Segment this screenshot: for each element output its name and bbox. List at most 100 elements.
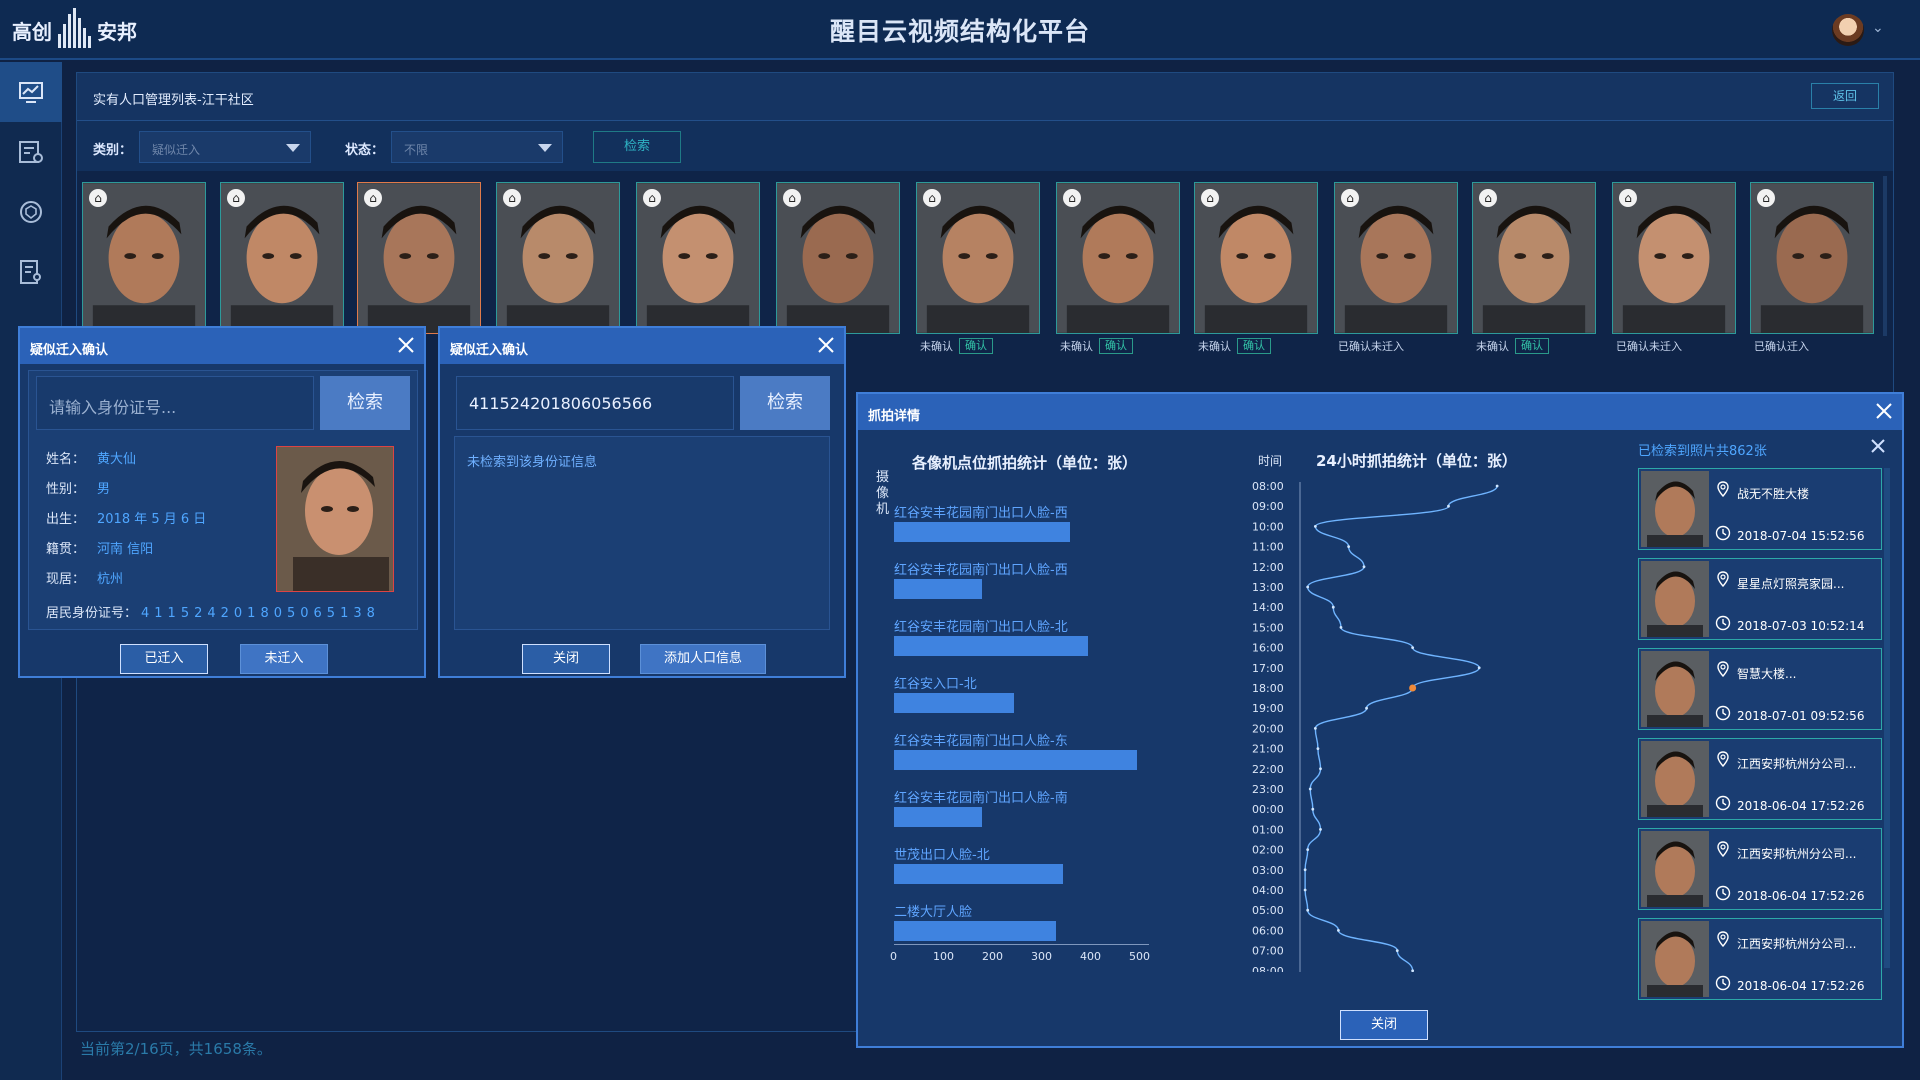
id-search-input[interactable]: 411524201806056566 — [456, 376, 734, 430]
bar — [894, 750, 1137, 770]
line-point — [1411, 646, 1415, 649]
face-card[interactable]: ⌂ — [1334, 182, 1458, 334]
confirm-dialog-2: 疑似迁入确认 411524201806056566 检索 未检索到该身份证信息 … — [438, 326, 846, 678]
type-label: 类别： — [93, 143, 133, 158]
face-card[interactable]: ⌂ — [1750, 182, 1874, 334]
bar — [894, 636, 1088, 656]
location-pin-icon — [1717, 571, 1729, 587]
face-status: 已确认未迁入 — [1338, 338, 1404, 354]
close-button[interactable]: 关闭 — [522, 644, 610, 674]
location-pin-icon — [1717, 481, 1729, 497]
not-moved-in-button[interactable]: 未迁入 — [240, 644, 328, 674]
face-status: 未确认 确认 — [920, 338, 993, 354]
filter-search-button[interactable]: 检索 — [593, 131, 681, 163]
line-point — [1311, 807, 1315, 811]
moved-in-button[interactable]: 已迁入 — [120, 644, 208, 674]
dropdown-triangle-icon — [286, 144, 300, 152]
bar — [894, 864, 1064, 884]
status-select[interactable]: 不限 — [391, 131, 563, 163]
charts-area: 各像机点位抓拍统计（单位：张） 摄像机 红谷安丰花园南门出口人脸-西 红谷安丰花园… — [864, 434, 1624, 972]
id-search-button[interactable]: 检索 — [740, 376, 830, 430]
face-card[interactable]: ⌂ — [1612, 182, 1736, 334]
home-icon: ⌂ — [923, 189, 941, 207]
confirm-chip[interactable]: 确认 — [959, 338, 993, 354]
home-icon: ⌂ — [783, 189, 801, 207]
capture-time: 2018-06-04 17:52:26 — [1737, 979, 1865, 993]
clock-icon — [1715, 525, 1731, 541]
line-point — [1447, 504, 1450, 508]
capture-item[interactable]: 江西安邦杭州分公司... 2018-06-04 17:52:26 — [1638, 918, 1882, 1000]
face-card[interactable]: ⌂ — [1194, 182, 1318, 334]
line-y-tick-label: 16:00 — [1252, 642, 1284, 655]
detail-close-button[interactable]: 关闭 — [1340, 1010, 1428, 1040]
line-y-tick-label: 17:00 — [1252, 662, 1284, 675]
home-icon: ⌂ — [1201, 189, 1219, 207]
bar-chart-ylabel: 摄像机 — [876, 470, 890, 517]
chevron-down-icon[interactable]: ⌄ — [1872, 20, 1884, 36]
close-icon[interactable] — [1870, 438, 1886, 454]
face-card[interactable]: ⌂ — [776, 182, 900, 334]
home-icon: ⌂ — [503, 189, 521, 207]
face-status-text: 未确认 — [920, 340, 953, 353]
close-icon[interactable] — [1874, 401, 1894, 421]
type-select[interactable]: 疑似迁入 — [139, 131, 311, 163]
id-label: 居民身份证号： — [46, 606, 138, 621]
confirm-chip[interactable]: 确认 — [1237, 338, 1271, 354]
capture-item[interactable]: 江西安邦杭州分公司... 2018-06-04 17:52:26 — [1638, 738, 1882, 820]
capture-item[interactable]: 星星点灯照亮家园... 2018-07-03 10:52:14 — [1638, 558, 1882, 640]
bar-x-tick-label: 0 — [890, 950, 897, 963]
line-y-tick-label: 23:00 — [1252, 783, 1284, 796]
nav-report[interactable] — [0, 242, 62, 302]
bar-category-label: 红谷安丰花园南门出口人脸-西 — [894, 506, 1068, 521]
capture-item[interactable]: 江西安邦杭州分公司... 2018-06-04 17:52:26 — [1638, 828, 1882, 910]
capture-location: 智慧大楼... — [1737, 667, 1797, 681]
capture-location: 战无不胜大楼 — [1737, 487, 1810, 501]
face-status-text: 未确认 — [1060, 340, 1093, 353]
capture-list-scrollbar[interactable] — [1884, 468, 1890, 968]
capture-item[interactable]: 战无不胜大楼 2018-07-04 15:52:56 — [1638, 468, 1882, 550]
user-avatar[interactable] — [1832, 14, 1864, 46]
confirm-chip[interactable]: 确认 — [1099, 338, 1133, 354]
residence-row: 现居： 杭州 — [46, 568, 123, 587]
back-button[interactable]: 返回 — [1811, 83, 1879, 109]
capture-detail-dialog: 抓拍详情 各像机点位抓拍统计（单位：张） 摄像机 红谷安丰花园南门出口人脸-西红… — [856, 392, 1904, 1048]
face-card[interactable]: ⌂ — [220, 182, 344, 334]
face-card[interactable]: ⌂ — [496, 182, 620, 334]
location-pin-icon — [1717, 751, 1729, 767]
face-card[interactable]: ⌂ — [357, 182, 481, 334]
face-card[interactable]: ⌂ — [636, 182, 760, 334]
id-search-button[interactable]: 检索 — [320, 376, 410, 430]
nav-list-settings[interactable] — [0, 122, 62, 182]
capture-location: 星星点灯照亮家园... — [1737, 577, 1845, 591]
line-chart: 08:00 09:00 10:00 11:00 12:00 13:00 14:00 15:00… — [1252, 480, 1499, 972]
face-card[interactable]: ⌂ — [916, 182, 1040, 334]
capture-item[interactable]: 智慧大楼... 2018-07-01 09:52:56 — [1638, 648, 1882, 730]
capture-location: 江西安邦杭州分公司... — [1737, 847, 1857, 861]
line-point — [1313, 525, 1317, 528]
nav-shield[interactable] — [0, 182, 62, 242]
face-card[interactable]: ⌂ — [1472, 182, 1596, 334]
close-icon[interactable] — [816, 335, 836, 355]
add-population-button[interactable]: 添加人口信息 — [640, 644, 766, 674]
face-status-text: 已确认未迁入 — [1338, 340, 1404, 353]
birth-row: 出生： 2018 年 5 月 6 日 — [46, 508, 206, 527]
dialog-title: 抓拍详情 — [868, 409, 921, 424]
line-highlight-point[interactable] — [1409, 684, 1417, 692]
face-card[interactable]: ⌂ — [1056, 182, 1180, 334]
nav-monitor[interactable] — [0, 62, 62, 122]
bar-category-label: 二楼大厅人脸 — [894, 905, 973, 920]
confirm-chip[interactable]: 确认 — [1515, 338, 1549, 354]
line-y-tick-label: 05:00 — [1252, 904, 1284, 917]
id-search-input[interactable]: 请输入身份证号... — [36, 376, 314, 430]
line-y-tick-label: 19:00 — [1252, 702, 1284, 715]
clock-icon — [1715, 885, 1731, 901]
line-point — [1313, 727, 1317, 730]
close-icon[interactable] — [396, 335, 416, 355]
capture-thumbnail — [1641, 831, 1709, 907]
bar-x-tick-label: 500 — [1129, 950, 1150, 963]
face-strip-scrollbar[interactable] — [1883, 176, 1887, 336]
face-status: 已确认迁入 — [1754, 338, 1809, 354]
face-card[interactable]: ⌂ — [82, 182, 206, 334]
status-select-value: 不限 — [404, 143, 429, 157]
home-icon: ⌂ — [364, 189, 382, 207]
